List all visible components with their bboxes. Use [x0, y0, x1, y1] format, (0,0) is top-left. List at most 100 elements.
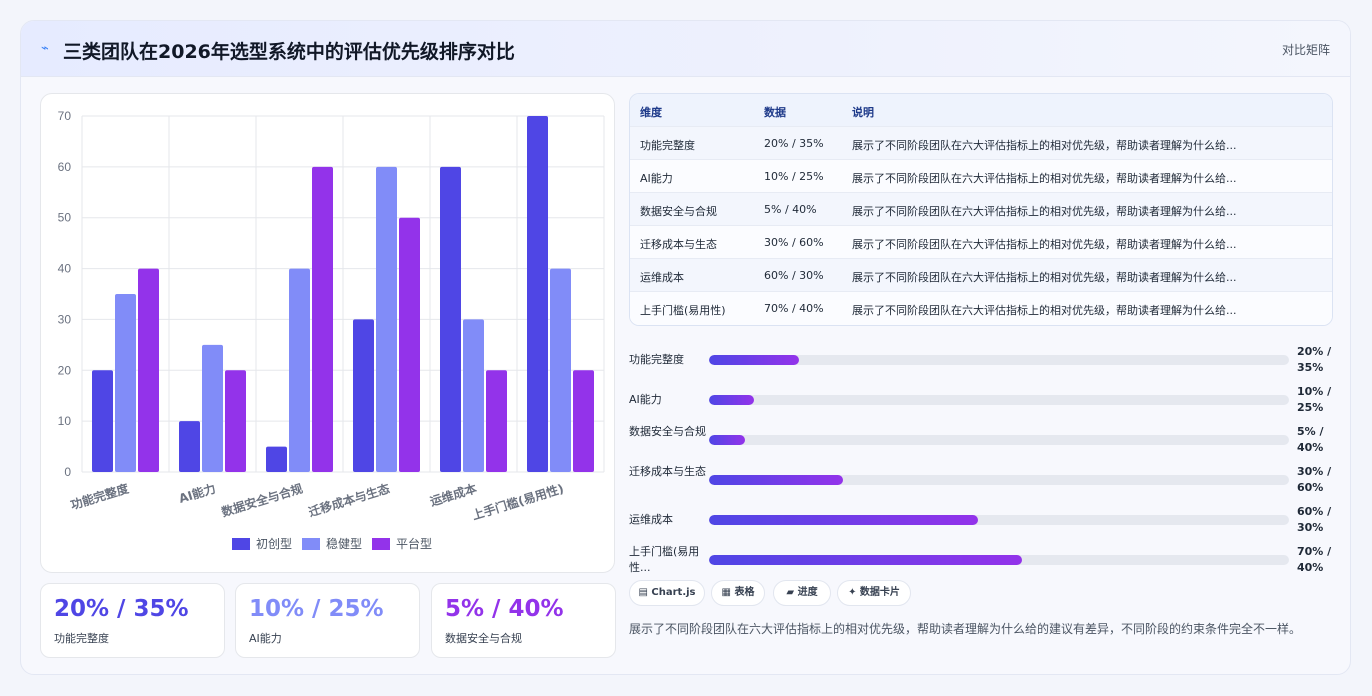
- comparison-matrix-link[interactable]: 对比矩阵: [1282, 41, 1330, 58]
- progress-value: 10% / 25%: [1297, 385, 1332, 414]
- table-cell-dimension: 运维成本: [640, 271, 684, 284]
- table-cell-note: 展示了不同阶段团队在六大评估指标上的相对优先级，帮助读者理解为什么给...: [852, 271, 1237, 284]
- table-cell-note: 展示了不同阶段团队在六大评估指标上的相对优先级，帮助读者理解为什么给...: [852, 238, 1237, 251]
- table-header-note: 说明: [852, 106, 874, 119]
- progress-row: 上手门槛(易用性... 70% / 40%: [629, 541, 1333, 579]
- legend-label: 稳健型: [326, 536, 362, 551]
- progress-value: 20% / 35%: [1297, 345, 1332, 374]
- chart-line-icon: ⌁: [41, 41, 49, 56]
- y-tick-label: 70: [58, 109, 72, 123]
- bar-1: [527, 116, 548, 472]
- x-tick-label: 迁移成本与生态: [307, 481, 392, 520]
- progress-fill: [709, 395, 755, 405]
- progress-row: AI能力 10% / 25%: [629, 381, 1333, 419]
- progress-row: 数据安全与合规 5% / 40%: [629, 421, 1333, 459]
- progress-label: AI能力: [629, 393, 662, 406]
- progress-track: [709, 395, 1289, 405]
- progress-fill: [709, 435, 745, 445]
- legend-label: 初创型: [256, 537, 292, 551]
- x-tick-label: 上手门槛(易用性): [470, 481, 565, 523]
- stat-label: 功能完整度: [54, 632, 109, 645]
- progress-row: 功能完整度 20% / 35%: [629, 341, 1333, 379]
- table-cell-dimension: 数据安全与合规: [640, 205, 717, 218]
- legend-swatch: [232, 538, 250, 550]
- table-cell-note: 展示了不同阶段团队在六大评估指标上的相对优先级，帮助读者理解为什么给...: [852, 205, 1237, 218]
- stat-label: AI能力: [249, 632, 282, 645]
- legend-swatch: [302, 538, 320, 550]
- table-cell-data: 10% / 25%: [764, 170, 824, 183]
- stat-card-2: 10% / 25% AI能力: [235, 583, 420, 658]
- table-header-dimension: 维度: [640, 106, 662, 119]
- progress-label: 功能完整度: [629, 353, 684, 366]
- x-tick-label: 数据安全与合规: [220, 481, 305, 520]
- table-row: 运维成本 60% / 30% 展示了不同阶段团队在六大评估指标上的相对优先级，帮…: [630, 259, 1332, 292]
- y-tick-label: 10: [58, 414, 72, 428]
- bar-2: [463, 319, 484, 472]
- progress-value: 30% / 60%: [1297, 465, 1332, 494]
- table-cell-data: 60% / 30%: [764, 269, 824, 282]
- table-cell-dimension: AI能力: [640, 172, 673, 185]
- progress-fill: [709, 515, 978, 525]
- progress-label: 上手门槛(易用性...: [629, 545, 700, 574]
- table-cell-data: 70% / 40%: [764, 302, 824, 315]
- bar-3: [486, 370, 507, 472]
- table-cell-note: 展示了不同阶段团队在六大评估指标上的相对优先级，帮助读者理解为什么给...: [852, 139, 1237, 152]
- tag-data-cards[interactable]: ✦ 数据卡片: [837, 580, 911, 606]
- tag-progress[interactable]: ▰ 进度: [773, 580, 831, 606]
- bar-2: [550, 268, 571, 472]
- table-cell-dimension: 迁移成本与生态: [640, 238, 717, 251]
- progress-track: [709, 475, 1289, 485]
- tag-table[interactable]: ▦ 表格: [711, 580, 765, 606]
- progress-label: 迁移成本与生态: [629, 465, 706, 478]
- x-tick-label: AI能力: [177, 481, 218, 506]
- legend-label: 平台型: [396, 536, 432, 551]
- table-cell-dimension: 上手门槛(易用性): [640, 304, 726, 317]
- table-row: 功能完整度 20% / 35% 展示了不同阶段团队在六大评估指标上的相对优先级，…: [630, 127, 1332, 160]
- bar-chart: 0 10 20 30 40 50 60 70 功能完整度 AI能力 数据安全与合规 迁移成本与生态 运维…: [58, 109, 605, 551]
- table-header-row: 维度 数据 说明: [630, 94, 1332, 127]
- y-tick-label: 0: [64, 465, 71, 479]
- stat-card-1: 20% / 35% 功能完整度: [40, 583, 225, 658]
- x-tick-label: 功能完整度: [69, 480, 132, 512]
- page-title: 三类团队在2026年选型系统中的评估优先级排序对比: [63, 41, 515, 63]
- table-row: 迁移成本与生态 30% / 60% 展示了不同阶段团队在六大评估指标上的相对优先…: [630, 226, 1332, 259]
- progress-label: 数据安全与合规: [629, 425, 706, 438]
- bar-1: [440, 166, 461, 472]
- progress-value: 60% / 30%: [1297, 505, 1332, 534]
- progress-row: 迁移成本与生态 30% / 60%: [629, 461, 1333, 499]
- table-row: AI能力 10% / 25% 展示了不同阶段团队在六大评估指标上的相对优先级，帮…: [630, 160, 1332, 193]
- bar-3: [225, 370, 246, 472]
- tag-chartjs[interactable]: ▤ Chart.js: [629, 580, 705, 606]
- progress-value: 5% / 40%: [1297, 425, 1324, 454]
- dashboard-card: ⌁ 三类团队在2026年选型系统中的评估优先级排序对比 对比矩阵 0 10 20 30…: [20, 20, 1351, 675]
- stat-value: 10% / 25%: [249, 596, 384, 622]
- x-tick-label: 运维成本: [428, 481, 478, 509]
- table-cell-data: 20% / 35%: [764, 137, 824, 150]
- bar-2: [376, 166, 397, 472]
- table-header-data: 数据: [764, 106, 786, 119]
- table-row: 上手门槛(易用性) 70% / 40% 展示了不同阶段团队在六大评估指标上的相对…: [630, 292, 1332, 325]
- data-table: 维度 数据 说明 功能完整度 20% / 35% 展示了不同阶段团队在六大评估指…: [629, 93, 1333, 326]
- progress-row: 运维成本 60% / 30%: [629, 501, 1333, 539]
- legend-swatch: [372, 538, 390, 550]
- y-tick-label: 50: [58, 211, 72, 225]
- progress-track: [709, 355, 1289, 365]
- stat-card-3: 5% / 40% 数据安全与合规: [431, 583, 616, 658]
- bar-1: [179, 421, 200, 472]
- progress-fill: [709, 555, 1023, 565]
- table-cell-data: 30% / 60%: [764, 236, 824, 249]
- progress-track: [709, 435, 1289, 445]
- y-tick-label: 20: [58, 363, 72, 377]
- progress-track: [709, 555, 1289, 565]
- bar-3: [573, 370, 594, 472]
- bar-3: [138, 268, 159, 472]
- y-tick-label: 40: [58, 262, 72, 276]
- progress-fill: [709, 475, 843, 485]
- table-cell-dimension: 功能完整度: [640, 139, 695, 152]
- table-cell-note: 展示了不同阶段团队在六大评估指标上的相对优先级，帮助读者理解为什么给...: [852, 304, 1237, 317]
- stat-value: 5% / 40%: [445, 596, 564, 622]
- progress-label: 运维成本: [629, 513, 673, 526]
- bar-chart-panel: 0 10 20 30 40 50 60 70 功能完整度 AI能力 数据安全与合规 迁移成本与生态 运维…: [40, 93, 615, 573]
- table-cell-data: 5% / 40%: [764, 203, 817, 216]
- bar-3: [312, 166, 333, 472]
